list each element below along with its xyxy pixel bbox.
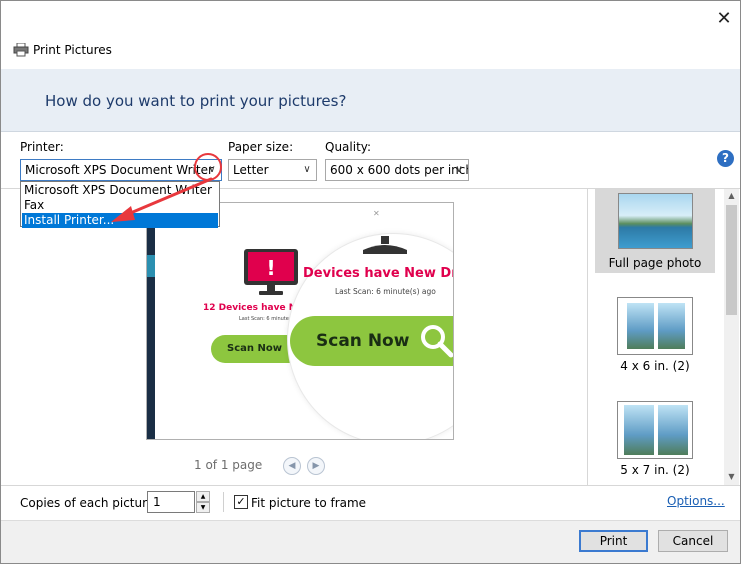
page-indicator: 1 of 1 page [194, 458, 263, 472]
ad-headline: 12 Devices have Ne [203, 303, 303, 313]
print-button[interactable]: Print [579, 530, 648, 552]
layout-5x7-thumb[interactable] [617, 401, 693, 459]
close-icon: ✕ [373, 209, 380, 218]
divider [223, 492, 224, 512]
ad-sidebar-accent [147, 255, 155, 277]
quality-label: Quality: [325, 140, 372, 154]
stepper-down-icon[interactable]: ▼ [196, 502, 210, 513]
cancel-button[interactable]: Cancel [658, 530, 728, 552]
layout-label-4x6: 4 x 6 in. (2) [620, 359, 690, 373]
divider [1, 131, 740, 132]
next-page-icon[interactable]: ▶ [307, 457, 325, 475]
layout-label-5x7: 5 x 7 in. (2) [620, 463, 690, 477]
magnifier-icon [421, 325, 453, 358]
copies-input[interactable]: 1 [147, 491, 195, 513]
title-bar [1, 1, 740, 69]
paper-size-label: Paper size: [228, 140, 294, 154]
scroll-up-icon[interactable]: ▲ [726, 191, 737, 201]
copies-label: Copies of each picture: [20, 496, 159, 510]
layout-label-full-page: Full page photo [608, 256, 702, 270]
photo-thumb [627, 303, 654, 349]
printer-label: Printer: [20, 140, 64, 154]
print-preview-page: ! 12 Devices have Ne Last Scan: 6 minute… [146, 202, 454, 440]
photo-thumb [658, 303, 685, 349]
fit-label: Fit picture to frame [251, 496, 367, 510]
ad-subtext-large: Last Scan: 6 minute(s) ago [335, 287, 436, 296]
ad-headline-large: Devices have New Dr [303, 266, 454, 281]
layout-full-page-thumb[interactable] [618, 193, 693, 249]
photo-thumb [658, 405, 688, 455]
page-title: How do you want to print your pictures? [45, 92, 347, 110]
window-title: Print Pictures [33, 43, 112, 57]
annotation-arrow [111, 177, 213, 222]
print-pictures-dialog: ✕ Print Pictures How do you want to prin… [0, 0, 741, 564]
paper-size-select[interactable]: Letter ∨ [228, 159, 317, 181]
quality-value: 600 x 600 dots per inch [330, 163, 469, 177]
printer-icon [13, 42, 29, 57]
chevron-down-icon[interactable]: ∨ [450, 160, 468, 180]
close-icon[interactable]: ✕ [714, 9, 734, 29]
help-icon[interactable]: ? [717, 150, 734, 167]
stepper-up-icon[interactable]: ▲ [196, 491, 210, 502]
photo-thumb [624, 405, 654, 455]
options-link[interactable]: Options... [667, 494, 725, 508]
scrollbar-thumb[interactable] [726, 205, 737, 315]
divider [1, 485, 740, 486]
fit-checkbox[interactable]: ✓ [234, 495, 248, 509]
paper-size-value: Letter [233, 163, 269, 177]
scroll-down-icon[interactable]: ▼ [726, 472, 737, 482]
monitor-alert-icon: ! [244, 249, 298, 295]
svg-text:!: ! [266, 256, 275, 280]
quality-select[interactable]: 600 x 600 dots per inch ∨ [325, 159, 469, 181]
monitor-base-icon [363, 236, 407, 254]
previous-page-icon[interactable]: ◀ [283, 457, 301, 475]
layout-4x6-thumb[interactable] [617, 297, 693, 355]
chevron-down-icon[interactable]: ∨ [298, 160, 316, 180]
